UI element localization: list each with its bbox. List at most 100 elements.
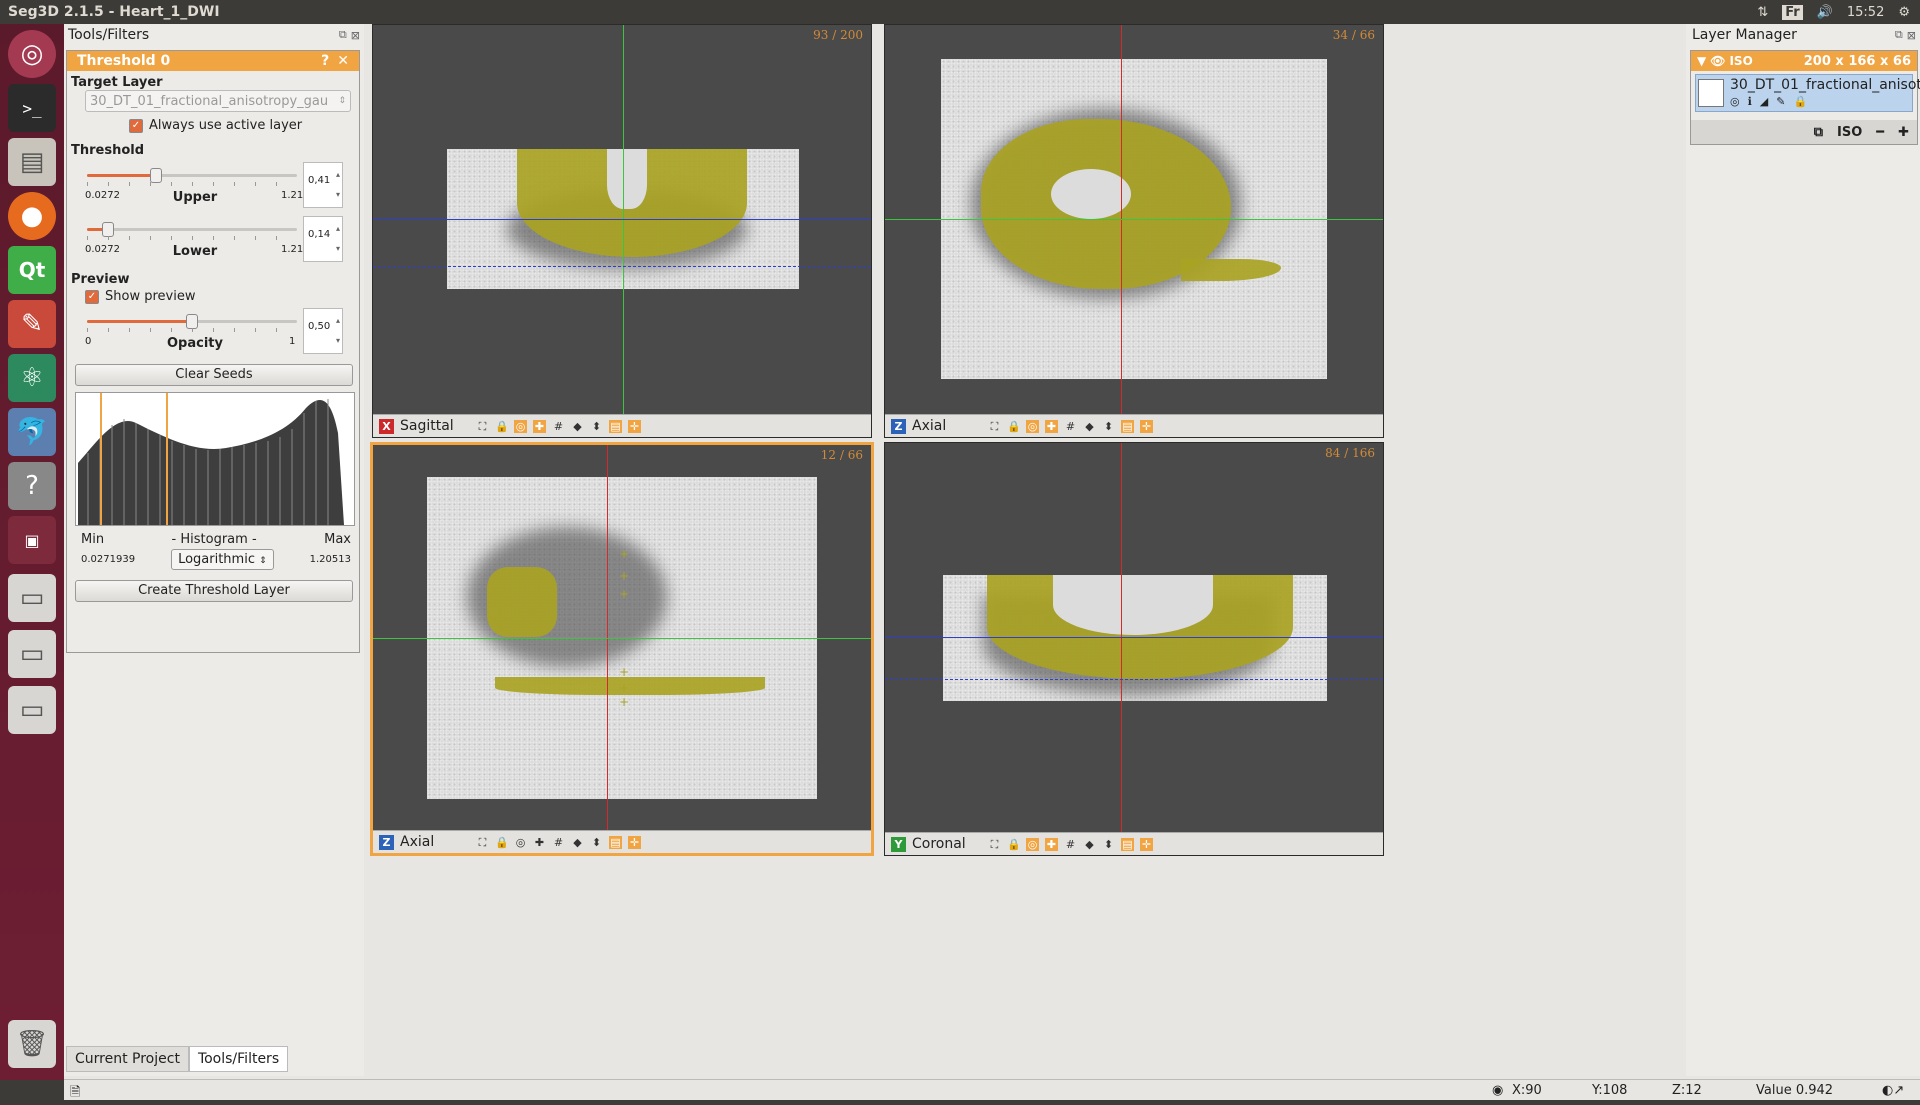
network-icon[interactable]: ⇅ — [1757, 5, 1768, 20]
slices-icon[interactable]: ✚ — [533, 419, 546, 433]
workspace-icon[interactable]: ▣ — [8, 516, 56, 564]
volume-icon[interactable]: 🔊 — [1817, 5, 1833, 20]
upper-slider-handle[interactable] — [150, 168, 163, 183]
threshold-header[interactable]: Threshold 0 ? ✕ — [67, 51, 359, 71]
settings-icon[interactable]: ✎ — [8, 300, 56, 348]
crosshair-icon[interactable]: ✛ — [1140, 837, 1153, 851]
opacity-spinbox[interactable]: 0,50 ▴ ▾ — [303, 308, 343, 354]
view-name[interactable]: Axial — [400, 834, 470, 850]
help-icon[interactable]: ? — [8, 462, 56, 510]
viewport-bottom-right[interactable]: 84 / 166 Y Coronal ⛶ 🔒 ◎ ✚ # ◆ ⬍ ▤ ✛ — [884, 442, 1384, 856]
layer-item[interactable]: 30_DT_01_fractional_anisotropy_gau ◎ ℹ ◢ ✎ 🔒 — [1695, 74, 1920, 112]
flip-horizontal-icon[interactable]: ◆ — [1083, 420, 1096, 433]
overlay-icon[interactable]: ▤ — [609, 835, 622, 849]
tab-tools-filters[interactable]: Tools/Filters — [188, 1046, 289, 1072]
iso-button[interactable]: ISO — [1837, 125, 1862, 140]
viewport-top-right[interactable]: 34 / 66 Z Axial ⛶ 🔒 ◎ ✚ # ◆ ⬍ ▤ ✛ — [884, 24, 1384, 438]
terminal-icon[interactable]: >_ — [8, 84, 56, 132]
flip-vertical-icon[interactable]: ⬍ — [590, 420, 603, 433]
drive-icon[interactable]: ▭ — [8, 574, 56, 622]
lower-slider[interactable]: 0.0272 Lower 1.21 0,14 ▴ ▾ — [85, 216, 353, 266]
eye-icon[interactable]: 👁 — [1710, 54, 1725, 68]
flip-vertical-icon[interactable]: ⬍ — [1102, 838, 1115, 851]
gear-icon[interactable]: ⚙ — [1898, 5, 1910, 20]
flip-horizontal-icon[interactable]: ◆ — [1083, 838, 1096, 851]
picking-icon[interactable]: ◎ — [1026, 837, 1039, 851]
fit-icon[interactable]: ⛶ — [476, 836, 489, 849]
clock[interactable]: 15:52 — [1847, 5, 1884, 20]
fit-icon[interactable]: ⛶ — [476, 420, 489, 433]
histogram-scale-select[interactable]: Logarithmic ⇕ — [171, 549, 274, 570]
picking-icon[interactable]: ◎ — [1026, 419, 1039, 433]
world-icon[interactable]: ◉ — [1492, 1083, 1503, 1098]
viewport-top-left[interactable]: 93 / 200 X Sagittal ⛶ 🔒 ◎ ✚ # ◆ ⬍ ▤ ✛ — [372, 24, 872, 438]
view-name[interactable]: Axial — [912, 418, 982, 434]
firefox-icon[interactable]: ● — [8, 192, 56, 240]
brush-icon[interactable]: ✎ — [1776, 95, 1785, 108]
crosshair-icon[interactable]: ✛ — [628, 835, 641, 849]
show-preview-checkbox[interactable]: ✓ Show preview — [85, 289, 359, 304]
flip-horizontal-icon[interactable]: ◆ — [571, 836, 584, 849]
fit-icon[interactable]: ⛶ — [988, 838, 1001, 851]
view-axis-badge[interactable]: Y — [891, 836, 906, 852]
remove-icon[interactable]: ━ — [1876, 125, 1884, 140]
lock-icon[interactable]: 🔒 — [495, 836, 509, 849]
visibility-icon[interactable]: ◎ — [1730, 95, 1740, 108]
overlay-icon[interactable]: ▤ — [1121, 837, 1134, 851]
view-name[interactable]: Coronal — [912, 836, 982, 852]
create-threshold-layer-button[interactable]: Create Threshold Layer — [75, 580, 353, 602]
close-button[interactable]: ✕ — [337, 53, 349, 69]
flip-vertical-icon[interactable]: ⬍ — [1102, 420, 1115, 433]
opacity-slider[interactable]: 0 Opacity 1 0,50 ▴ ▾ — [85, 308, 353, 358]
target-layer-select[interactable]: 30_DT_01_fractional_anisotropy_gau ⇕ — [85, 90, 351, 112]
close-icon[interactable]: ⊠ — [1907, 29, 1916, 42]
overlay-icon[interactable]: ▤ — [609, 419, 622, 433]
overlay-icon[interactable]: ▤ — [1121, 419, 1134, 433]
grid-icon[interactable]: # — [552, 420, 565, 433]
histogram[interactable] — [75, 392, 355, 526]
files-icon[interactable]: ▤ — [8, 138, 56, 186]
opacity-icon[interactable]: ◢ — [1760, 95, 1768, 108]
lock-icon[interactable]: 🔒 — [495, 420, 509, 433]
flip-vertical-icon[interactable]: ⬍ — [590, 836, 603, 849]
lock-icon[interactable]: 🔒 — [1007, 420, 1021, 433]
picking-icon[interactable]: ◎ — [514, 836, 527, 849]
coordinate-mode-icon[interactable]: ◐↗ — [1882, 1083, 1904, 1098]
view-name[interactable]: Sagittal — [400, 418, 470, 434]
info-icon[interactable]: ℹ — [1748, 95, 1752, 108]
message-icon[interactable]: 🗎 — [70, 1083, 80, 1105]
slices-icon[interactable]: ✚ — [533, 836, 546, 849]
lower-slider-handle[interactable] — [102, 222, 114, 237]
slices-icon[interactable]: ✚ — [1045, 419, 1058, 433]
drive-icon[interactable]: ▭ — [8, 630, 56, 678]
new-group-icon[interactable]: ⧉ — [1814, 125, 1823, 140]
trash-icon[interactable]: 🗑 — [8, 1020, 56, 1068]
close-icon[interactable]: ⊠ — [351, 29, 360, 42]
crosshair-icon[interactable]: ✛ — [1140, 419, 1153, 433]
lock-icon[interactable]: 🔒 — [1007, 838, 1021, 851]
add-icon[interactable]: ✚ — [1898, 125, 1909, 140]
viewport-bottom-left[interactable]: 12 / 66 + + + + + + Z Axial ⛶ 🔒 ◎ ✚ # ◆ ⬍ ▤ ✛ — [370, 442, 874, 856]
layer-group-header[interactable]: ▼ 👁 ISO 200 x 166 x 66 — [1691, 51, 1917, 71]
grid-icon[interactable]: # — [1064, 838, 1077, 851]
view-axis-badge[interactable]: Z — [891, 418, 906, 434]
lock-icon[interactable]: 🔒 — [1793, 95, 1807, 108]
lower-spinbox[interactable]: 0,14 ▴ ▾ — [303, 216, 343, 262]
atom-icon[interactable]: ⚛ — [8, 354, 56, 402]
mysql-icon[interactable]: 🐬 — [8, 408, 56, 456]
opacity-slider-handle[interactable] — [186, 314, 198, 329]
grid-icon[interactable]: # — [1064, 420, 1077, 433]
crosshair-icon[interactable]: ✛ — [628, 419, 641, 433]
dash-icon[interactable]: ◎ — [8, 30, 56, 78]
drive-icon[interactable]: ▭ — [8, 686, 56, 734]
upper-slider[interactable]: 0.0272 Upper 1.21 0,41 ▴ ▾ — [85, 162, 353, 212]
float-icon[interactable]: ⧉ — [339, 28, 347, 42]
slices-icon[interactable]: ✚ — [1045, 837, 1058, 851]
clear-seeds-button[interactable]: Clear Seeds — [75, 364, 353, 386]
layer-name[interactable]: 30_DT_01_fractional_anisotropy_gau — [1730, 77, 1920, 93]
fit-icon[interactable]: ⛶ — [988, 420, 1001, 433]
flip-horizontal-icon[interactable]: ◆ — [571, 420, 584, 433]
upper-spinbox[interactable]: 0,41 ▴ ▾ — [303, 162, 343, 208]
view-axis-badge[interactable]: Z — [379, 834, 394, 850]
collapse-icon[interactable]: ▼ — [1697, 54, 1706, 68]
